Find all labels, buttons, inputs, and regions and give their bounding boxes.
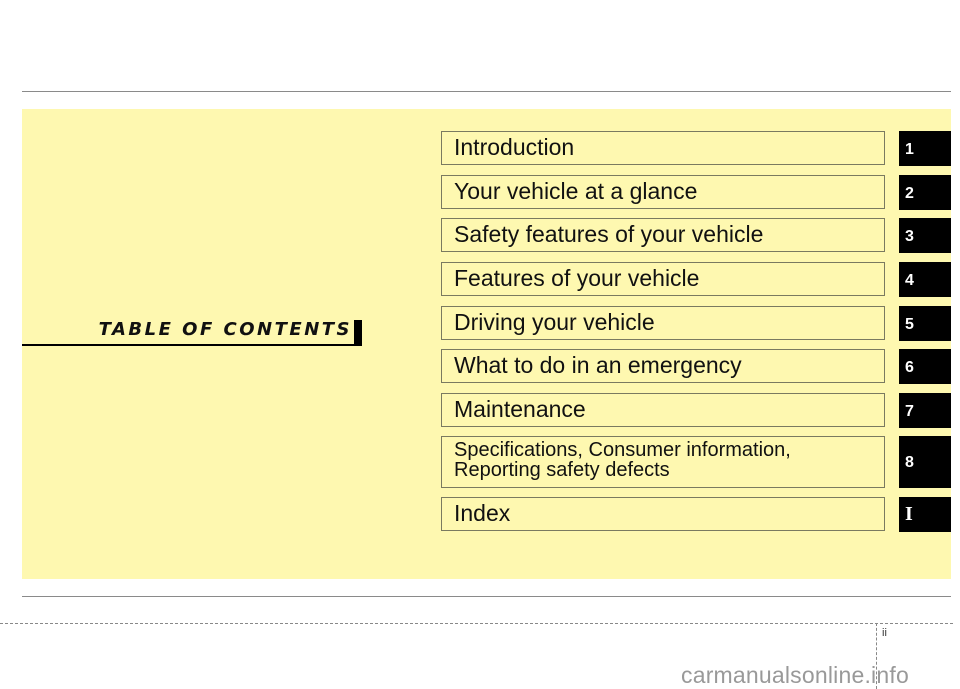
- bottom-rule: [22, 596, 951, 597]
- chapter-tab-1[interactable]: 1: [899, 131, 951, 166]
- chapter-tab-number: 6: [905, 359, 914, 376]
- chapter-label: Your vehicle at a glance: [454, 178, 698, 204]
- chapter-tab-number: 3: [905, 228, 914, 245]
- chapter-entry-emergency[interactable]: What to do in an emergency: [441, 349, 885, 383]
- chapter-entry-vehicle-at-a-glance[interactable]: Your vehicle at a glance: [441, 175, 885, 209]
- chapter-label: Index: [454, 500, 511, 526]
- chapter-label: Safety features of your vehicle: [454, 221, 764, 247]
- chapter-label: Specifications, Consumer information, Re…: [454, 439, 791, 481]
- chapter-tab-number: 1: [905, 141, 914, 158]
- chapter-tab-number: I: [905, 503, 913, 525]
- chapter-label: What to do in an emergency: [454, 352, 742, 378]
- chapter-tab-8[interactable]: 8: [899, 436, 951, 488]
- toc-title: TABLE OF CONTENTS: [98, 319, 352, 340]
- chapter-label: Maintenance: [454, 396, 586, 422]
- chapter-tab-number: 4: [905, 272, 914, 289]
- chapter-tab-number: 7: [905, 403, 914, 420]
- watermark: carmanualsonline.info: [681, 662, 909, 688]
- chapter-entry-index[interactable]: Index: [441, 497, 885, 531]
- chapter-entry-specifications[interactable]: Specifications, Consumer information, Re…: [441, 436, 885, 488]
- chapter-tab-number: 8: [905, 454, 914, 471]
- footer-dashed-rule: [0, 623, 953, 624]
- chapter-tab-index[interactable]: I: [899, 497, 951, 532]
- chapter-tab-7[interactable]: 7: [899, 393, 951, 428]
- chapter-entry-safety-features[interactable]: Safety features of your vehicle: [441, 218, 885, 252]
- chapter-label: Features of your vehicle: [454, 265, 700, 291]
- chapter-tab-5[interactable]: 5: [899, 306, 951, 341]
- chapter-tab-4[interactable]: 4: [899, 262, 951, 297]
- title-bar-decoration: [354, 320, 362, 344]
- chapter-tab-6[interactable]: 6: [899, 349, 951, 384]
- chapter-label: Introduction: [454, 134, 575, 160]
- chapter-tab-number: 5: [905, 316, 914, 333]
- chapter-tab-2[interactable]: 2: [899, 175, 951, 210]
- chapter-tab-number: 2: [905, 185, 914, 202]
- chapter-entry-driving[interactable]: Driving your vehicle: [441, 306, 885, 340]
- chapter-entry-maintenance[interactable]: Maintenance: [441, 393, 885, 427]
- chapter-entry-features[interactable]: Features of your vehicle: [441, 262, 885, 296]
- chapter-tab-3[interactable]: 3: [899, 218, 951, 253]
- chapter-entry-introduction[interactable]: Introduction: [441, 131, 885, 165]
- chapter-label: Driving your vehicle: [454, 309, 655, 335]
- page-number: ii: [882, 627, 887, 639]
- toc-heading: TABLE OF CONTENTS: [22, 318, 362, 346]
- top-rule: [22, 91, 951, 92]
